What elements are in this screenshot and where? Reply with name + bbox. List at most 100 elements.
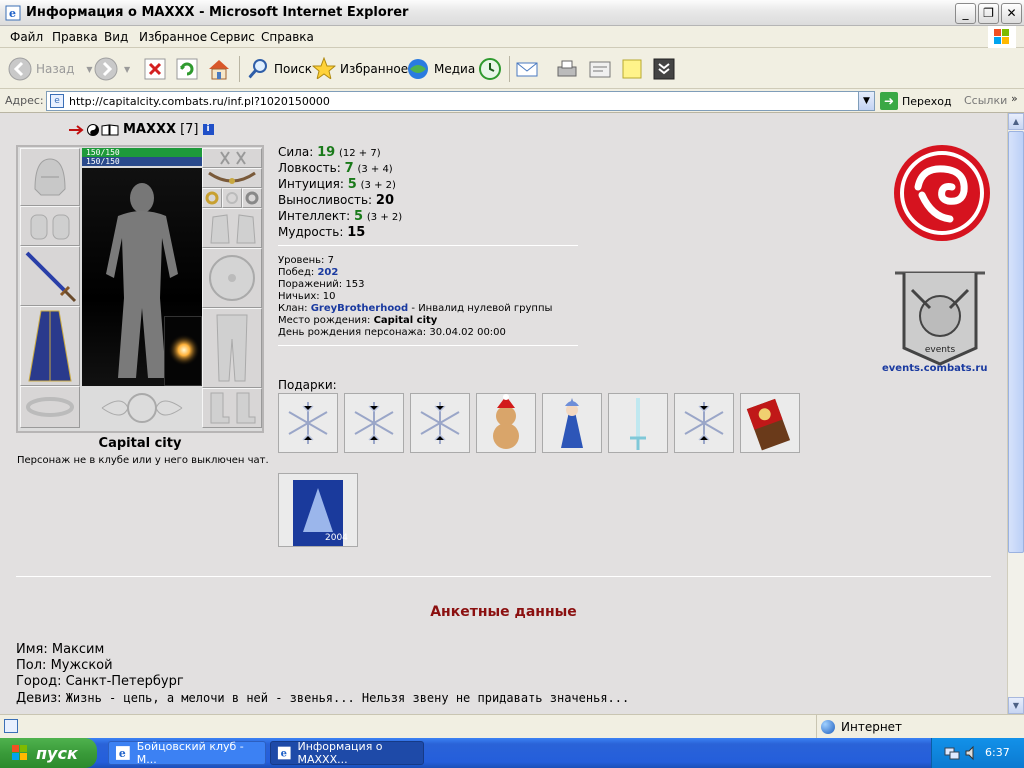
taskbar-item-fightclub[interactable]: e Бойцовский клуб - М... bbox=[108, 740, 266, 766]
ring-slot-3[interactable] bbox=[242, 188, 262, 208]
menu-file[interactable]: Файл bbox=[10, 30, 43, 44]
shield-slot[interactable] bbox=[202, 248, 262, 308]
gift-snowflake[interactable] bbox=[674, 393, 734, 453]
profile-city-row: Город: Санкт-Петербург bbox=[16, 674, 184, 689]
clan-emblem-icon bbox=[101, 393, 183, 423]
boots-slot[interactable] bbox=[202, 388, 262, 428]
search-label: Поиск bbox=[274, 62, 313, 76]
arrow-right-icon[interactable] bbox=[69, 124, 85, 135]
minimize-button[interactable]: _ bbox=[955, 3, 976, 24]
stat-strength: Сила: 19 (12 + 7) bbox=[278, 145, 402, 161]
profile-section: Имя: Максим Пол: Мужской Город: Санкт-Пе… bbox=[16, 642, 629, 707]
gloves-slot[interactable] bbox=[202, 208, 262, 248]
stat-value: 15 bbox=[347, 225, 366, 240]
earrings-slot[interactable] bbox=[202, 148, 262, 168]
ring-icon bbox=[245, 191, 259, 205]
page-status-icon bbox=[4, 719, 18, 733]
links-label[interactable]: Ссылки bbox=[964, 94, 1007, 107]
media-button[interactable]: Медиа bbox=[406, 54, 475, 84]
menu-help[interactable]: Справка bbox=[261, 30, 314, 44]
weapon-slot[interactable] bbox=[20, 246, 80, 306]
galaxy-orb-icon bbox=[168, 334, 200, 366]
bracers-icon bbox=[30, 214, 70, 240]
ring-slot-1[interactable] bbox=[202, 188, 222, 208]
start-label: пуск bbox=[36, 743, 78, 763]
character-info: Уровень: 7 Побед: 202 Поражений: 153 Нич… bbox=[278, 255, 552, 339]
scroll-thumb[interactable] bbox=[1008, 131, 1024, 553]
bracers-slot[interactable] bbox=[20, 206, 80, 246]
helmet-icon bbox=[34, 158, 66, 196]
character-city: Capital city bbox=[98, 436, 182, 451]
character-name: MAXXX bbox=[123, 122, 177, 137]
equipment-panel: 150/150 150/150 bbox=[16, 145, 264, 433]
level-row: Уровень: 7 bbox=[278, 255, 334, 266]
taskbar-item-info[interactable]: e Информация о MAXXX... bbox=[270, 740, 424, 766]
address-url[interactable]: http://capitalcity.combats.ru/inf.pl?102… bbox=[69, 95, 330, 108]
leggings-slot[interactable] bbox=[202, 308, 262, 388]
home-icon[interactable] bbox=[207, 57, 231, 81]
forward-button[interactable]: ▼ bbox=[94, 54, 130, 84]
address-input[interactable]: e http://capitalcity.combats.ru/inf.pl?1… bbox=[46, 91, 875, 111]
profile-name-row: Имя: Максим bbox=[16, 642, 105, 657]
amulet-slot[interactable] bbox=[202, 168, 262, 188]
volume-icon[interactable] bbox=[964, 745, 980, 761]
book-icon[interactable] bbox=[101, 123, 119, 136]
helmet-slot[interactable] bbox=[20, 148, 80, 206]
scroll-up-icon[interactable]: ▲ bbox=[1008, 113, 1024, 130]
go-label: Переход bbox=[902, 94, 952, 108]
cloak-slot[interactable] bbox=[20, 306, 80, 386]
zone-label: Интернет bbox=[841, 720, 903, 734]
gift-christmas-card[interactable]: 2004 bbox=[278, 473, 358, 547]
gift-snow-maiden[interactable] bbox=[542, 393, 602, 453]
chevron-right-icon[interactable]: » bbox=[1011, 92, 1018, 105]
profile-sex-row: Пол: Мужской bbox=[16, 658, 113, 673]
ram-logo-icon[interactable] bbox=[892, 143, 992, 243]
gift-teddy-bear[interactable] bbox=[476, 393, 536, 453]
gift-snowflake[interactable] bbox=[410, 393, 470, 453]
gift-snowflake[interactable] bbox=[278, 393, 338, 453]
ie-icon: e bbox=[277, 746, 291, 760]
events-banner-icon[interactable]: events bbox=[890, 268, 990, 368]
go-button[interactable]: ➜ Переход bbox=[880, 92, 952, 110]
stat-endurance: Выносливость: 20 bbox=[278, 193, 402, 209]
address-dropdown-icon[interactable]: ▼ bbox=[858, 92, 874, 110]
gift-snowflake[interactable] bbox=[344, 393, 404, 453]
gift-chocolate[interactable] bbox=[740, 393, 800, 453]
security-zone: Интернет bbox=[816, 715, 1006, 739]
maximize-button[interactable]: ❐ bbox=[978, 3, 999, 24]
events-link[interactable]: events.combats.ru bbox=[882, 363, 987, 374]
menu-edit[interactable]: Правка bbox=[52, 30, 98, 44]
belt-slot[interactable] bbox=[20, 386, 80, 428]
start-button[interactable]: пуск bbox=[0, 738, 97, 768]
print-icon[interactable] bbox=[555, 57, 579, 81]
ie-icon: e bbox=[115, 746, 130, 760]
gift-ice-sword[interactable] bbox=[608, 393, 668, 453]
menu-tools[interactable]: Сервис bbox=[210, 30, 255, 44]
close-button[interactable]: ✕ bbox=[1001, 3, 1022, 24]
messenger-icon[interactable] bbox=[652, 57, 676, 81]
menu-view[interactable]: Вид bbox=[104, 30, 128, 44]
network-icon[interactable] bbox=[944, 745, 960, 761]
mail-icon[interactable] bbox=[515, 57, 539, 81]
ring-slot-2[interactable] bbox=[222, 188, 242, 208]
stop-icon[interactable] bbox=[144, 58, 166, 80]
stat-intuition: Интуиция: 5 (3 + 2) bbox=[278, 177, 402, 193]
favorites-label: Избранное bbox=[340, 62, 409, 76]
ring-icon bbox=[205, 191, 219, 205]
back-button[interactable]: Назад ▼ bbox=[8, 54, 93, 84]
info-icon[interactable]: i bbox=[202, 124, 214, 135]
vertical-scrollbar[interactable]: ▲ ▼ bbox=[1007, 113, 1024, 714]
refresh-icon[interactable] bbox=[176, 58, 198, 80]
history-icon[interactable] bbox=[478, 57, 502, 81]
search-icon bbox=[247, 59, 267, 79]
edit-icon[interactable] bbox=[588, 57, 612, 81]
note-icon[interactable] bbox=[620, 57, 644, 81]
favorites-button[interactable]: Избранное bbox=[312, 54, 408, 84]
search-button[interactable]: Поиск bbox=[246, 54, 312, 84]
orb-slot[interactable] bbox=[164, 316, 202, 386]
menu-favorites[interactable]: Избранное bbox=[139, 30, 207, 44]
clan-link[interactable]: GreyBrotherhood bbox=[311, 303, 409, 314]
stat-value: 5 bbox=[354, 209, 364, 224]
scroll-down-icon[interactable]: ▼ bbox=[1008, 697, 1024, 714]
svg-text:e: e bbox=[281, 749, 287, 760]
